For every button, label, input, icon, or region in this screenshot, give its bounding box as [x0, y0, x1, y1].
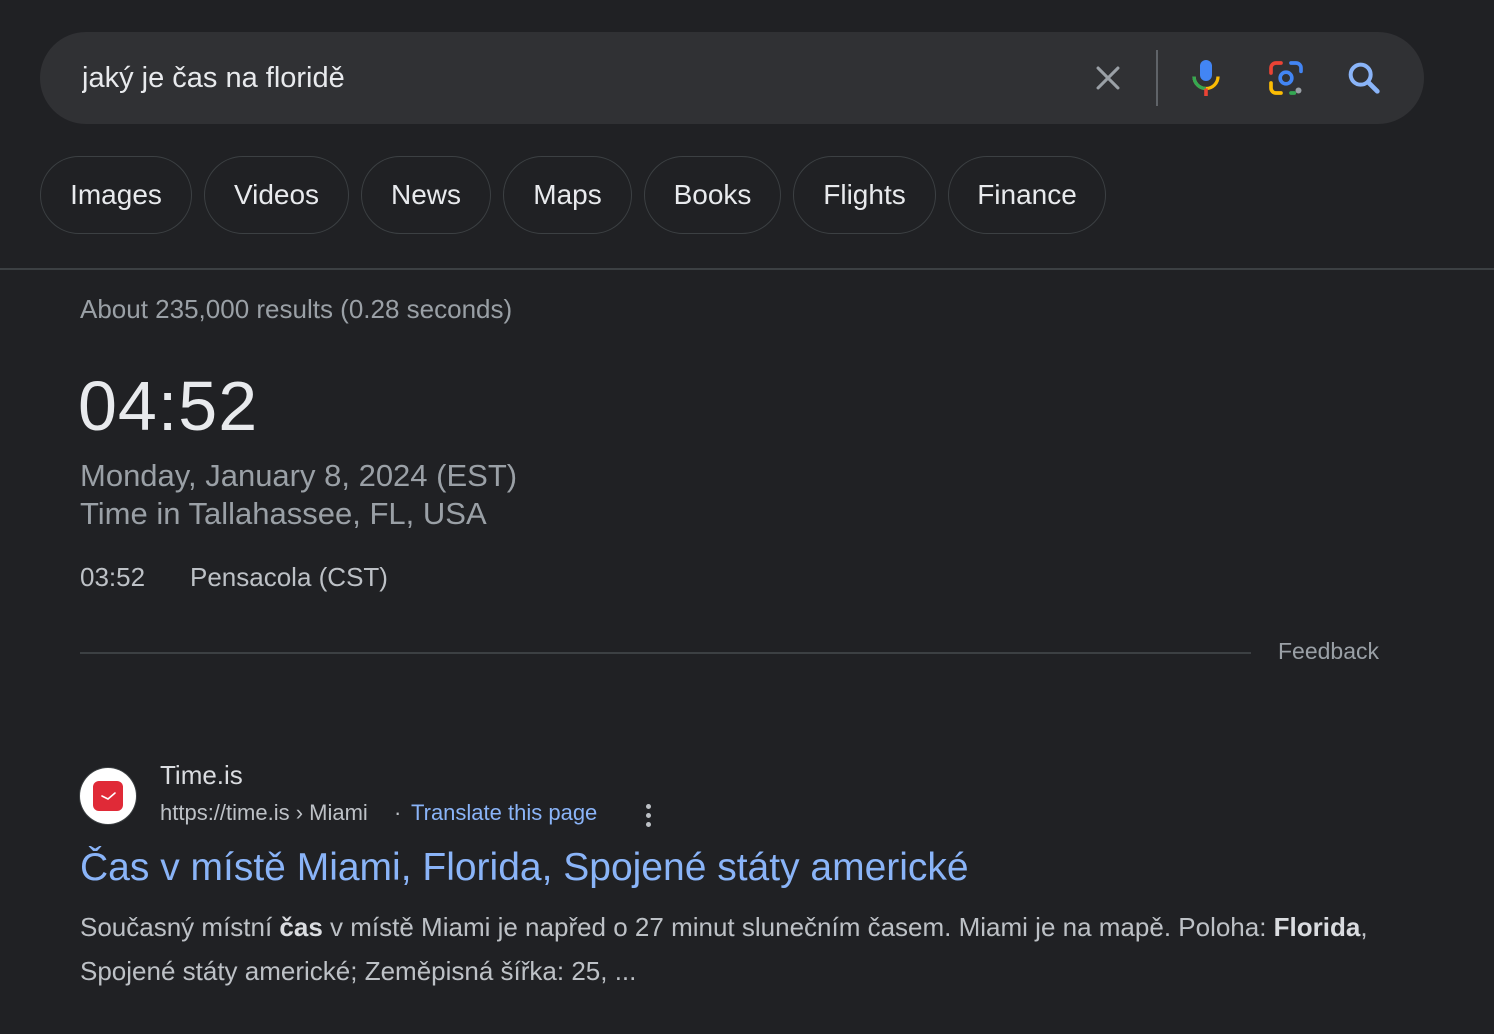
url-separator: ·	[394, 800, 402, 825]
chip-finance[interactable]: Finance	[948, 156, 1106, 234]
time-location: Time in Tallahassee, FL, USA	[80, 496, 487, 531]
result-site-name[interactable]: Time.is	[160, 760, 243, 791]
feedback-divider	[80, 652, 1251, 654]
search-filter-chips: Images Videos News Maps Books Flights Fi…	[40, 156, 1118, 236]
translate-link[interactable]: Translate this page	[411, 800, 597, 826]
chip-images[interactable]: Images	[40, 156, 192, 234]
chip-flights[interactable]: Flights	[793, 156, 936, 234]
feedback-link[interactable]: Feedback	[1278, 638, 1379, 665]
microphone-icon[interactable]	[1182, 54, 1230, 102]
chip-videos[interactable]: Videos	[204, 156, 349, 234]
google-lens-icon[interactable]	[1262, 54, 1310, 102]
current-date: Monday, January 8, 2024 (EST)	[80, 458, 518, 493]
result-stats: About 235,000 results (0.28 seconds)	[80, 294, 513, 324]
search-results-page: Images Videos News Maps Books Flights Fi…	[0, 0, 1494, 1034]
result-url[interactable]: https://time.is › Miami	[160, 800, 368, 826]
alt-time-place: Pensacola (CST)	[190, 562, 388, 592]
search-input[interactable]	[82, 54, 1082, 102]
site-favicon[interactable]	[80, 768, 136, 824]
current-time: 04:52	[78, 367, 259, 445]
result-snippet: Současný místní čas v místě Miami je nap…	[80, 912, 1368, 986]
close-icon[interactable]	[1084, 54, 1132, 102]
header-divider	[0, 268, 1494, 270]
clock-icon	[93, 781, 123, 811]
alt-time: 03:52	[80, 562, 146, 592]
result-title-link[interactable]: Čas v místě Miami, Florida, Spojené stát…	[80, 846, 969, 890]
search-bar	[40, 32, 1424, 124]
chip-books[interactable]: Books	[644, 156, 781, 234]
more-options-icon[interactable]	[636, 800, 660, 830]
chip-news[interactable]: News	[361, 156, 491, 234]
search-bar-divider	[1156, 50, 1158, 106]
search-icon[interactable]	[1340, 54, 1388, 102]
chip-maps[interactable]: Maps	[503, 156, 632, 234]
